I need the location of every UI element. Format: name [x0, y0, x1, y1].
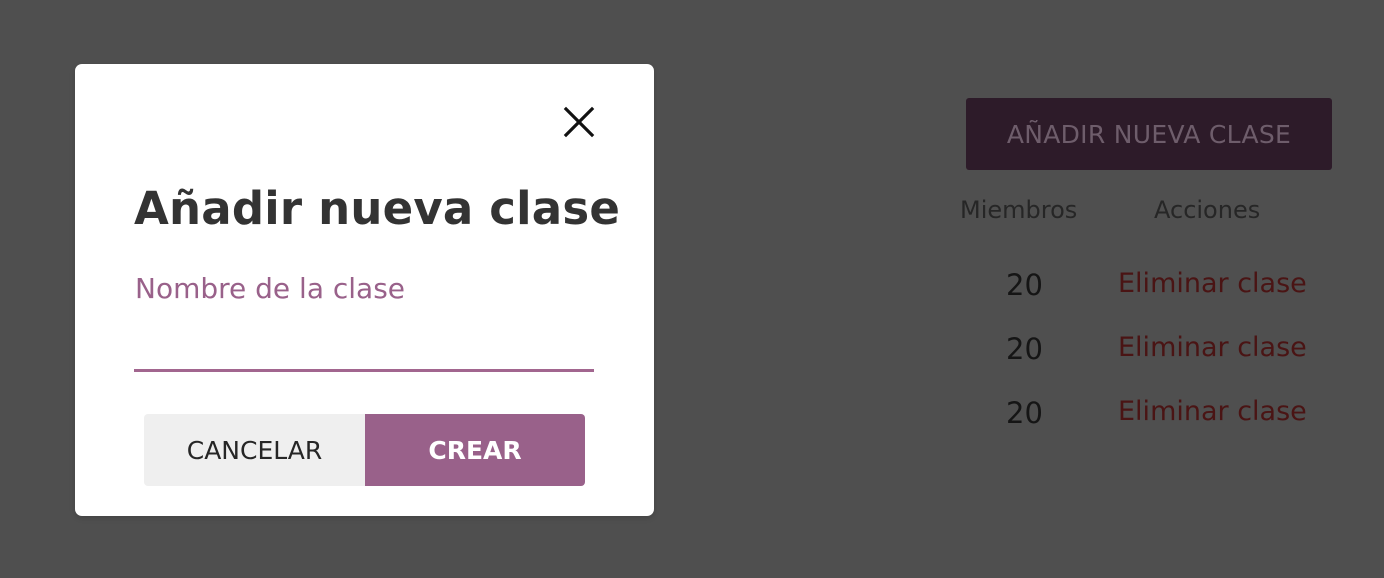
page: AÑADIR NUEVA CLASE Miembros Acciones 20 …	[0, 0, 1384, 578]
add-new-class-button[interactable]: AÑADIR NUEVA CLASE	[966, 98, 1332, 170]
close-button[interactable]	[561, 104, 597, 140]
cancel-button[interactable]: CANCELAR	[144, 414, 365, 486]
delete-class-link[interactable]: Eliminar clase	[1118, 396, 1307, 427]
delete-class-link[interactable]: Eliminar clase	[1118, 268, 1307, 299]
class-name-input[interactable]	[134, 324, 594, 372]
class-name-label: Nombre de la clase	[135, 272, 406, 305]
column-header-actions: Acciones	[1154, 196, 1261, 224]
dialog-title: Añadir nueva clase	[134, 182, 621, 235]
add-class-dialog: Añadir nueva clase Nombre de la clase CA…	[75, 64, 654, 516]
table-row-members-count: 20	[1006, 396, 1043, 430]
table-row-members-count: 20	[1006, 332, 1043, 366]
delete-class-link[interactable]: Eliminar clase	[1118, 332, 1307, 363]
table-row-members-count: 20	[1006, 268, 1043, 302]
close-icon	[563, 106, 595, 138]
column-header-members: Miembros	[960, 196, 1078, 224]
create-button[interactable]: CREAR	[365, 414, 585, 486]
